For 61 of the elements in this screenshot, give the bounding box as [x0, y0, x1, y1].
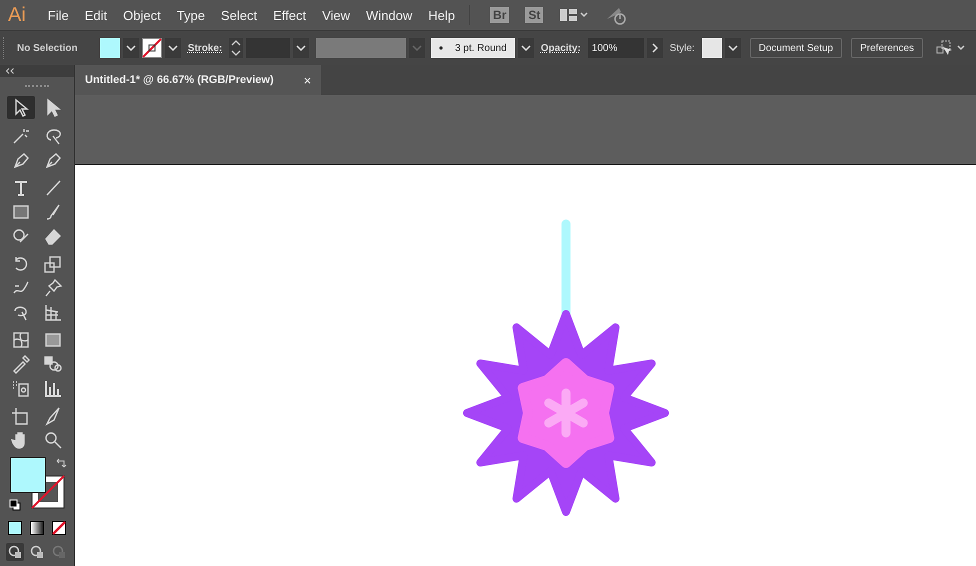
draw-mode-icon — [52, 545, 66, 559]
selection-status: No Selection — [17, 42, 79, 54]
fill-swatch[interactable] — [100, 38, 120, 58]
menu-item[interactable]: Select — [220, 8, 258, 22]
pushpin-icon — [43, 278, 63, 298]
draw-mode-button[interactable] — [6, 543, 24, 561]
close-tab-button[interactable]: × — [304, 72, 312, 88]
workspace-layout-icon[interactable] — [559, 7, 590, 23]
caret-icon — [126, 45, 136, 51]
menu-item[interactable]: Edit — [84, 8, 108, 22]
menu-item[interactable]: Help — [428, 8, 456, 22]
style-dropdown[interactable] — [724, 38, 741, 58]
draw-mode-button[interactable] — [28, 543, 46, 561]
caret-icon — [168, 45, 178, 51]
swap-icon[interactable] — [55, 457, 67, 469]
scale-icon — [43, 254, 63, 274]
collapse-icon[interactable] — [5, 68, 15, 74]
caret-icon — [412, 45, 422, 51]
draw-mode-icon — [30, 545, 44, 559]
opacity-field[interactable]: 100% — [588, 38, 644, 58]
document-tab[interactable]: Untitled-1* @ 66.67% (RGB/Preview) × — [75, 65, 322, 95]
menu-item[interactable]: Effect — [273, 8, 306, 22]
menu-item[interactable]: Type — [176, 8, 205, 22]
fill-dropdown[interactable] — [122, 38, 139, 58]
stroke-label[interactable]: Stroke: — [188, 42, 222, 54]
caret-icon — [520, 45, 531, 51]
zoom-icon — [43, 430, 63, 450]
caret-icon — [728, 45, 738, 51]
bridge-launcher[interactable]: St — [525, 7, 544, 23]
style-label: Style: — [670, 42, 695, 54]
opacity-expand[interactable] — [646, 38, 663, 58]
opacity-label[interactable]: Opacity: — [540, 42, 581, 54]
dot-icon — [438, 46, 443, 50]
brush-dropdown[interactable] — [518, 38, 534, 58]
toolbar-button[interactable]: Document Setup — [750, 38, 842, 58]
blend-icon — [43, 354, 63, 374]
menu-item[interactable]: Object — [123, 8, 161, 22]
fill-color-swatch[interactable] — [10, 457, 46, 493]
brush-field[interactable]: 3 pt. Round — [430, 38, 515, 58]
eyedropper-icon — [11, 354, 31, 374]
caret-icon — [296, 45, 306, 51]
stepper-icon[interactable] — [229, 38, 244, 58]
toolbar-button[interactable]: Preferences — [851, 38, 924, 58]
tool-button[interactable] — [7, 96, 35, 119]
chevron-right-icon — [652, 43, 658, 53]
color-button[interactable] — [6, 519, 24, 537]
menu-item[interactable]: Window — [366, 8, 412, 22]
menu-item[interactable]: View — [322, 8, 350, 22]
style-swatch[interactable] — [702, 38, 722, 58]
default-colors-icon[interactable] — [9, 499, 21, 511]
menu-item[interactable]: File — [48, 8, 69, 22]
mesh-icon — [11, 330, 31, 350]
none-button[interactable] — [50, 519, 68, 537]
stroke-swatch[interactable] — [142, 38, 162, 58]
draw-mode-icon — [8, 545, 22, 559]
app-logo: Ai — [8, 4, 26, 26]
stroke-weight-dropdown[interactable] — [293, 38, 310, 58]
bridge-launcher[interactable]: Br — [490, 7, 510, 23]
gradient-button[interactable] — [28, 519, 46, 537]
stroke-dropdown[interactable] — [164, 38, 181, 58]
sync-icon[interactable] — [605, 5, 628, 25]
